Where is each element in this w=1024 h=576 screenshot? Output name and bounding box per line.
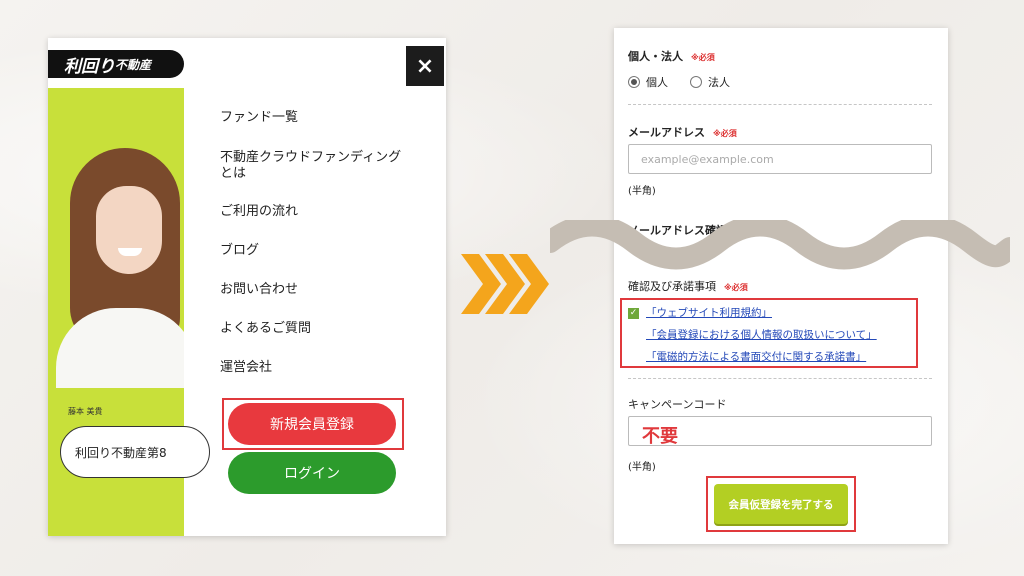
menu-item-blog[interactable]: ブログ [220,243,259,259]
menu-item-crowdfunding-line2: とは [220,166,247,181]
halfwidth-note: (半角) [628,186,656,197]
submit-provisional-registration-button[interactable]: 会員仮登録を完了する [714,484,848,524]
terms-label: 確認及び承諾事項 ※必須 [628,278,748,294]
radio-corporate[interactable] [690,76,702,88]
required-badge: ※必須 [691,53,715,62]
wave-break-decoration [550,220,1010,270]
menu-item-fund-list[interactable]: ファンド一覧 [220,110,298,126]
terms-link-privacy[interactable]: 「会員登録における個人情報の取扱いについて」 [646,327,877,342]
required-badge: ※必須 [724,283,748,292]
email-label: メールアドレス ※必須 [628,124,737,140]
halfwidth-note: (半角) [628,462,656,473]
login-button[interactable]: ログイン [228,452,396,494]
logo-text-sub: 不動産 [115,57,152,72]
fund-pill-button[interactable]: 利回り不動産第8 [60,426,210,478]
menu-item-contact[interactable]: お問い合わせ [220,282,298,298]
menu-item-crowdfunding[interactable]: 不動産クラウドファンディング とは [220,150,401,182]
logo-text-main: 利回り [64,56,115,77]
required-badge: ※必須 [713,129,737,138]
radio-individual-label: 個人 [646,76,668,89]
divider [628,378,932,379]
checkbox-checked-icon[interactable]: ✓ [628,308,639,319]
register-button[interactable]: 新規会員登録 [228,403,396,445]
menu-item-crowdfunding-line1: 不動産クラウドファンディング [220,150,402,165]
photo-face [96,186,162,274]
terms-label-text: 確認及び承諾事項 [628,280,716,293]
site-logo[interactable]: 利回り 不動産 [48,50,184,78]
individual-corporate-label: 個人・法人 ※必須 [628,48,715,64]
entity-type-radio-group: 個人 法人 [628,74,730,90]
spokesperson-photo [48,138,184,388]
menu-item-flow[interactable]: ご利用の流れ [220,204,298,220]
email-input[interactable]: example@example.com [628,144,932,174]
triple-chevron-right-icon [461,254,549,314]
menu-item-company[interactable]: 運営会社 [220,360,272,376]
mobile-menu-screenshot: 利回り 不動産 × 藤本 美貴 利回り不動産第8 ファンド一覧 不動産クラウドファ… [48,38,446,536]
nav-menu: ファンド一覧 不動産クラウドファンディング とは ご利用の流れ ブログ お問い合… [220,38,430,536]
radio-corporate-label: 法人 [708,76,730,89]
email-label-text: メールアドレス [628,126,705,139]
divider [628,104,932,105]
terms-link-electronic[interactable]: 「電磁的方法による書面交付に関する承諾書」 [646,349,866,364]
individual-corporate-label-text: 個人・法人 [628,50,683,63]
terms-highlight-box: ✓ 「ウェブサイト利用規約」 「会員登録における個人情報の取扱いについて」 「電… [620,298,918,368]
radio-individual[interactable] [628,76,640,88]
campaign-label: キャンペーンコード [628,398,727,411]
not-required-annotation: 不要 [642,426,678,447]
menu-item-faq[interactable]: よくあるご質問 [220,321,311,337]
registration-form-screenshot: 個人・法人 ※必須 個人 法人 メールアドレス ※必須 example@exampl… [614,28,948,544]
terms-link-website[interactable]: 「ウェブサイト利用規約」 [646,305,772,320]
spokesperson-name: 藤本 美貴 [68,407,103,416]
